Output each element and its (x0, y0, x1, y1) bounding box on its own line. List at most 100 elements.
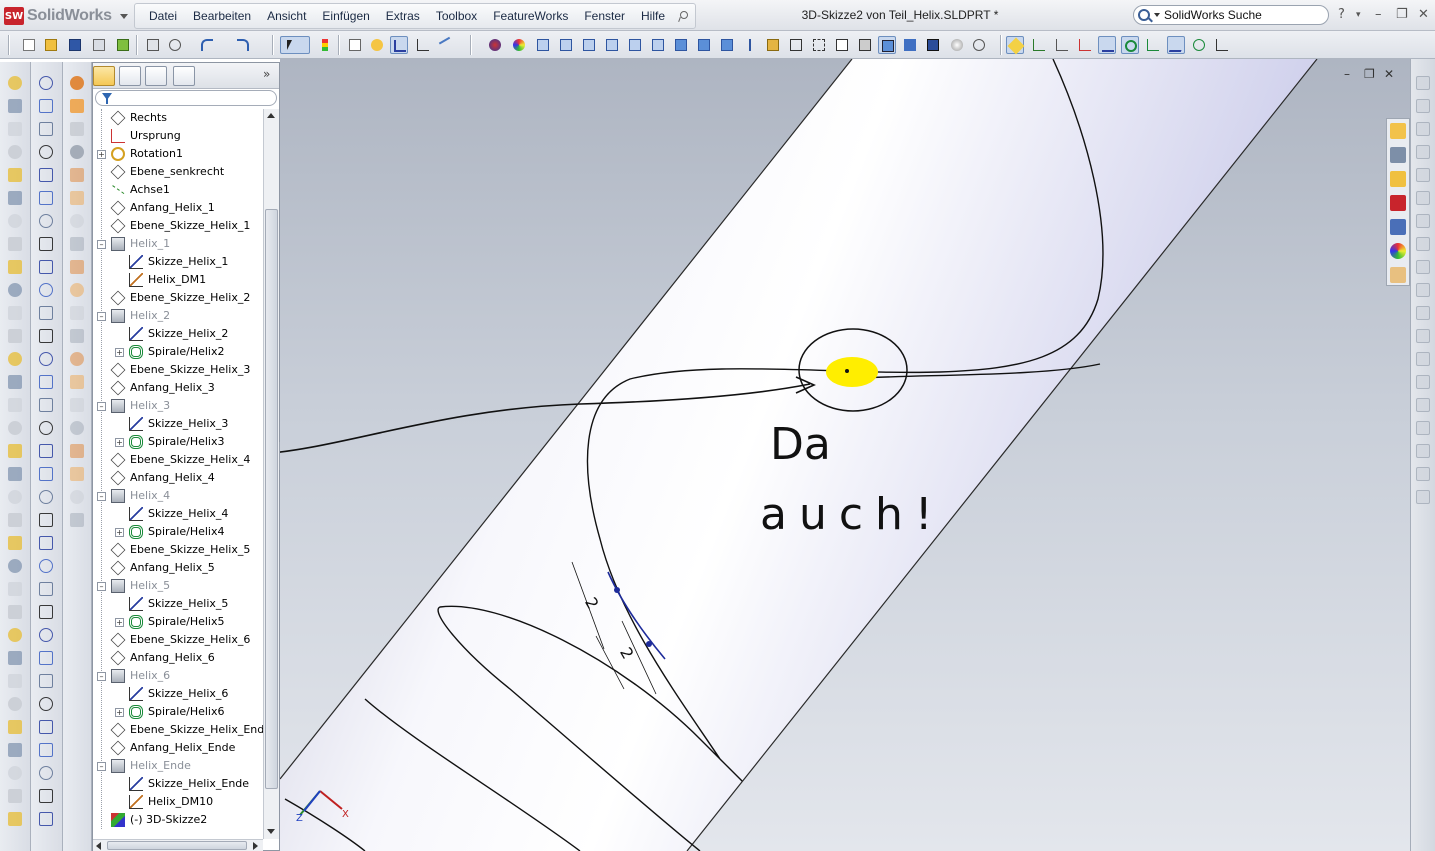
tree-item[interactable]: + Spirale/Helix5 (93, 613, 263, 631)
sketch-command-icon[interactable] (39, 812, 53, 826)
tab-feature-manager[interactable] (93, 66, 115, 86)
undo-button[interactable] (198, 36, 216, 54)
task-pane-tool-icon[interactable] (1416, 329, 1430, 343)
file-properties-button[interactable] (346, 36, 364, 54)
search-input[interactable]: SolidWorks Suche (1164, 8, 1262, 22)
features-command-icon[interactable] (8, 283, 22, 297)
appearances-icon[interactable] (1390, 243, 1406, 259)
sketch-command-icon[interactable] (39, 421, 53, 435)
view-iso-button[interactable] (672, 36, 690, 54)
perspective-button[interactable] (924, 36, 942, 54)
scroll-right-icon[interactable] (253, 842, 258, 850)
features-command-icon[interactable] (8, 812, 22, 826)
task-pane-tool-icon[interactable] (1416, 191, 1430, 205)
collapse-icon[interactable]: – (97, 582, 106, 591)
scrollbar-thumb[interactable] (107, 841, 247, 850)
view-origins-button[interactable] (1076, 36, 1094, 54)
help-chevron-icon[interactable]: ▾ (1356, 10, 1361, 20)
viewport-close-button[interactable]: ✕ (1384, 67, 1394, 81)
features-command-icon[interactable] (8, 697, 22, 711)
sketch-command-icon[interactable] (39, 191, 53, 205)
tree-item[interactable]: (-) 3D-Skizze2 (93, 811, 263, 829)
task-pane-tool-icon[interactable] (1416, 352, 1430, 366)
features-command-icon[interactable] (8, 513, 22, 527)
task-pane-tool-icon[interactable] (1416, 99, 1430, 113)
sketch-command-icon[interactable] (39, 122, 53, 136)
tree-item[interactable]: Anfang_Helix_6 (93, 649, 263, 667)
tools-command-icon[interactable] (70, 122, 84, 136)
sketch-endpoint[interactable] (646, 641, 652, 647)
tools-command-icon[interactable] (70, 260, 84, 274)
sketch-command-icon[interactable] (39, 743, 53, 757)
task-pane-tool-icon[interactable] (1416, 444, 1430, 458)
tools-command-icon[interactable] (70, 513, 84, 527)
features-command-icon[interactable] (8, 375, 22, 389)
pin-icon[interactable] (677, 10, 689, 22)
view-axes-button[interactable] (1030, 36, 1048, 54)
task-pane-tool-icon[interactable] (1416, 398, 1430, 412)
tab-configuration-manager[interactable] (145, 66, 167, 86)
sketch-command-icon[interactable] (39, 582, 53, 596)
sketch-command-icon[interactable] (39, 168, 53, 182)
menu-bearbeiten[interactable]: Bearbeiten (185, 9, 259, 23)
features-command-icon[interactable] (8, 214, 22, 228)
view-sketches-button[interactable] (1098, 36, 1116, 54)
task-pane-tool-icon[interactable] (1416, 306, 1430, 320)
smart-dimension-button[interactable] (414, 36, 432, 54)
view-top-button[interactable] (626, 36, 644, 54)
features-command-icon[interactable] (8, 398, 22, 412)
tools-command-icon[interactable] (70, 398, 84, 412)
sketch-command-icon[interactable] (39, 628, 53, 642)
tree-item[interactable]: Skizze_Helix_Ende (93, 775, 263, 793)
features-command-icon[interactable] (8, 582, 22, 596)
tree-item[interactable]: – Helix_Ende (93, 757, 263, 775)
expand-icon[interactable]: + (115, 438, 124, 447)
sketch-command-icon[interactable] (39, 214, 53, 228)
sketch-command-icon[interactable] (39, 605, 53, 619)
tools-command-icon[interactable] (70, 329, 84, 343)
sketch-command-icon[interactable] (39, 789, 53, 803)
view-left-button[interactable] (580, 36, 598, 54)
tree-item[interactable]: – Helix_6 (93, 667, 263, 685)
section-view-button[interactable] (764, 36, 782, 54)
graphics-area[interactable]: Da auch! 2 2 X Z – ❐ ✕ (280, 59, 1410, 851)
expand-icon[interactable]: + (115, 708, 124, 717)
new-document-button[interactable] (20, 36, 38, 54)
task-pane-tool-icon[interactable] (1416, 168, 1430, 182)
sketch-command-icon[interactable] (39, 444, 53, 458)
tree-item[interactable]: Helix_DM10 (93, 793, 263, 811)
view-back-button[interactable] (557, 36, 575, 54)
view-front-button[interactable] (534, 36, 552, 54)
sketch-relation-button[interactable] (438, 36, 456, 54)
expand-icon[interactable]: + (115, 528, 124, 537)
shadows-button[interactable] (901, 36, 919, 54)
realview-button[interactable] (948, 36, 966, 54)
tree-item[interactable]: + Spirale/Helix2 (93, 343, 263, 361)
options-button[interactable] (114, 36, 132, 54)
sketch-command-icon[interactable] (39, 651, 53, 665)
tree-filter-input[interactable] (95, 90, 277, 106)
sketch-endpoint[interactable] (614, 587, 620, 593)
collapse-icon[interactable]: – (97, 672, 106, 681)
search-icon[interactable] (1138, 9, 1150, 21)
rebuild-button[interactable] (316, 36, 334, 54)
tools-command-icon[interactable] (70, 214, 84, 228)
features-command-icon[interactable] (8, 674, 22, 688)
menu-datei[interactable]: Datei (141, 9, 185, 23)
hidden-lines-visible-button[interactable] (810, 36, 828, 54)
tree-item[interactable]: Rechts (93, 109, 263, 127)
collapse-icon[interactable]: – (97, 312, 106, 321)
features-command-icon[interactable] (8, 168, 22, 182)
resources-icon[interactable] (1390, 147, 1406, 163)
features-command-icon[interactable] (8, 352, 22, 366)
collapse-icon[interactable]: – (97, 402, 106, 411)
sketch-command-icon[interactable] (39, 674, 53, 688)
tools-command-icon[interactable] (70, 191, 84, 205)
tools-command-icon[interactable] (70, 76, 84, 90)
sketch-command-icon[interactable] (39, 99, 53, 113)
menu-extras[interactable]: Extras (378, 9, 428, 23)
features-command-icon[interactable] (8, 720, 22, 734)
tree-item[interactable]: Skizze_Helix_6 (93, 685, 263, 703)
features-command-icon[interactable] (8, 467, 22, 481)
shaded-button[interactable] (878, 36, 896, 54)
